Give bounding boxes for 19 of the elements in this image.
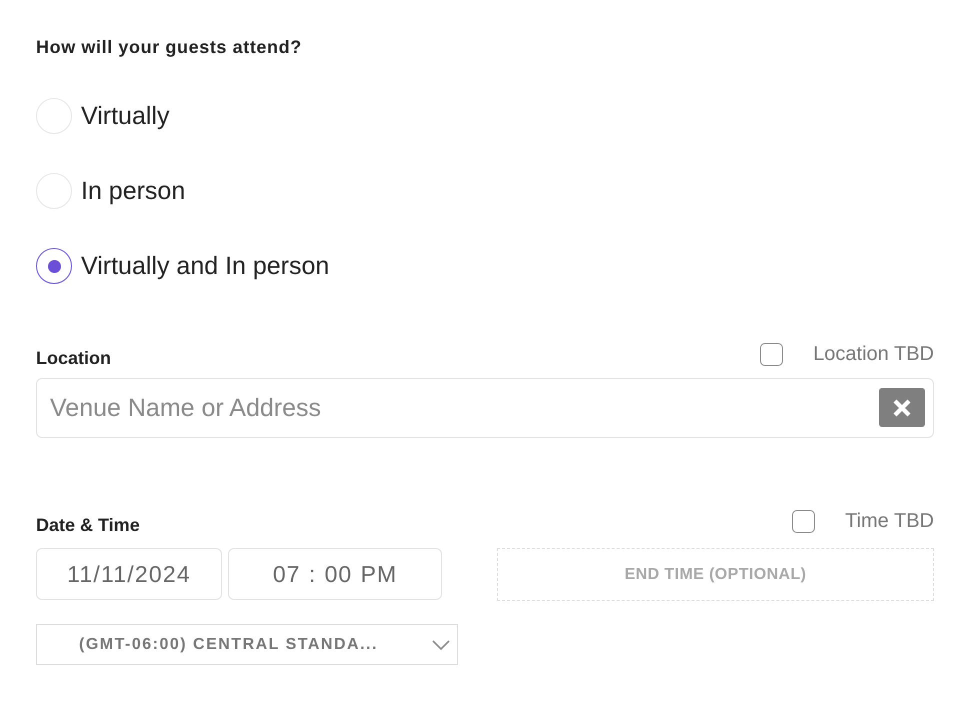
end-time-field: END TIME (OPTIONAL) (497, 548, 934, 601)
location-field[interactable]: Venue Name or Address (36, 378, 934, 438)
start-time-field[interactable]: 07 : 00 PM (228, 548, 442, 600)
radio-label: Virtually (81, 101, 170, 131)
chevron-down-icon (432, 640, 450, 650)
radio-label: Virtually and In person (81, 251, 330, 281)
radio-label: In person (81, 176, 186, 206)
clear-button[interactable] (879, 388, 925, 427)
question-label: How will your guests attend? (36, 36, 302, 58)
checkbox-label: Time TBD (845, 509, 934, 533)
date-field[interactable]: 11/11/2024 (36, 548, 222, 600)
checkbox[interactable] (792, 510, 816, 532)
close-icon (892, 398, 912, 418)
checkbox-label: Location TBD (813, 342, 934, 366)
radio-button[interactable] (36, 248, 72, 284)
timezone-select[interactable]: (GMT-06:00) CENTRAL STANDA... (36, 624, 458, 665)
field-label: Location (36, 347, 111, 369)
field-label: Date & Time (36, 514, 140, 536)
checkbox[interactable] (760, 342, 784, 366)
